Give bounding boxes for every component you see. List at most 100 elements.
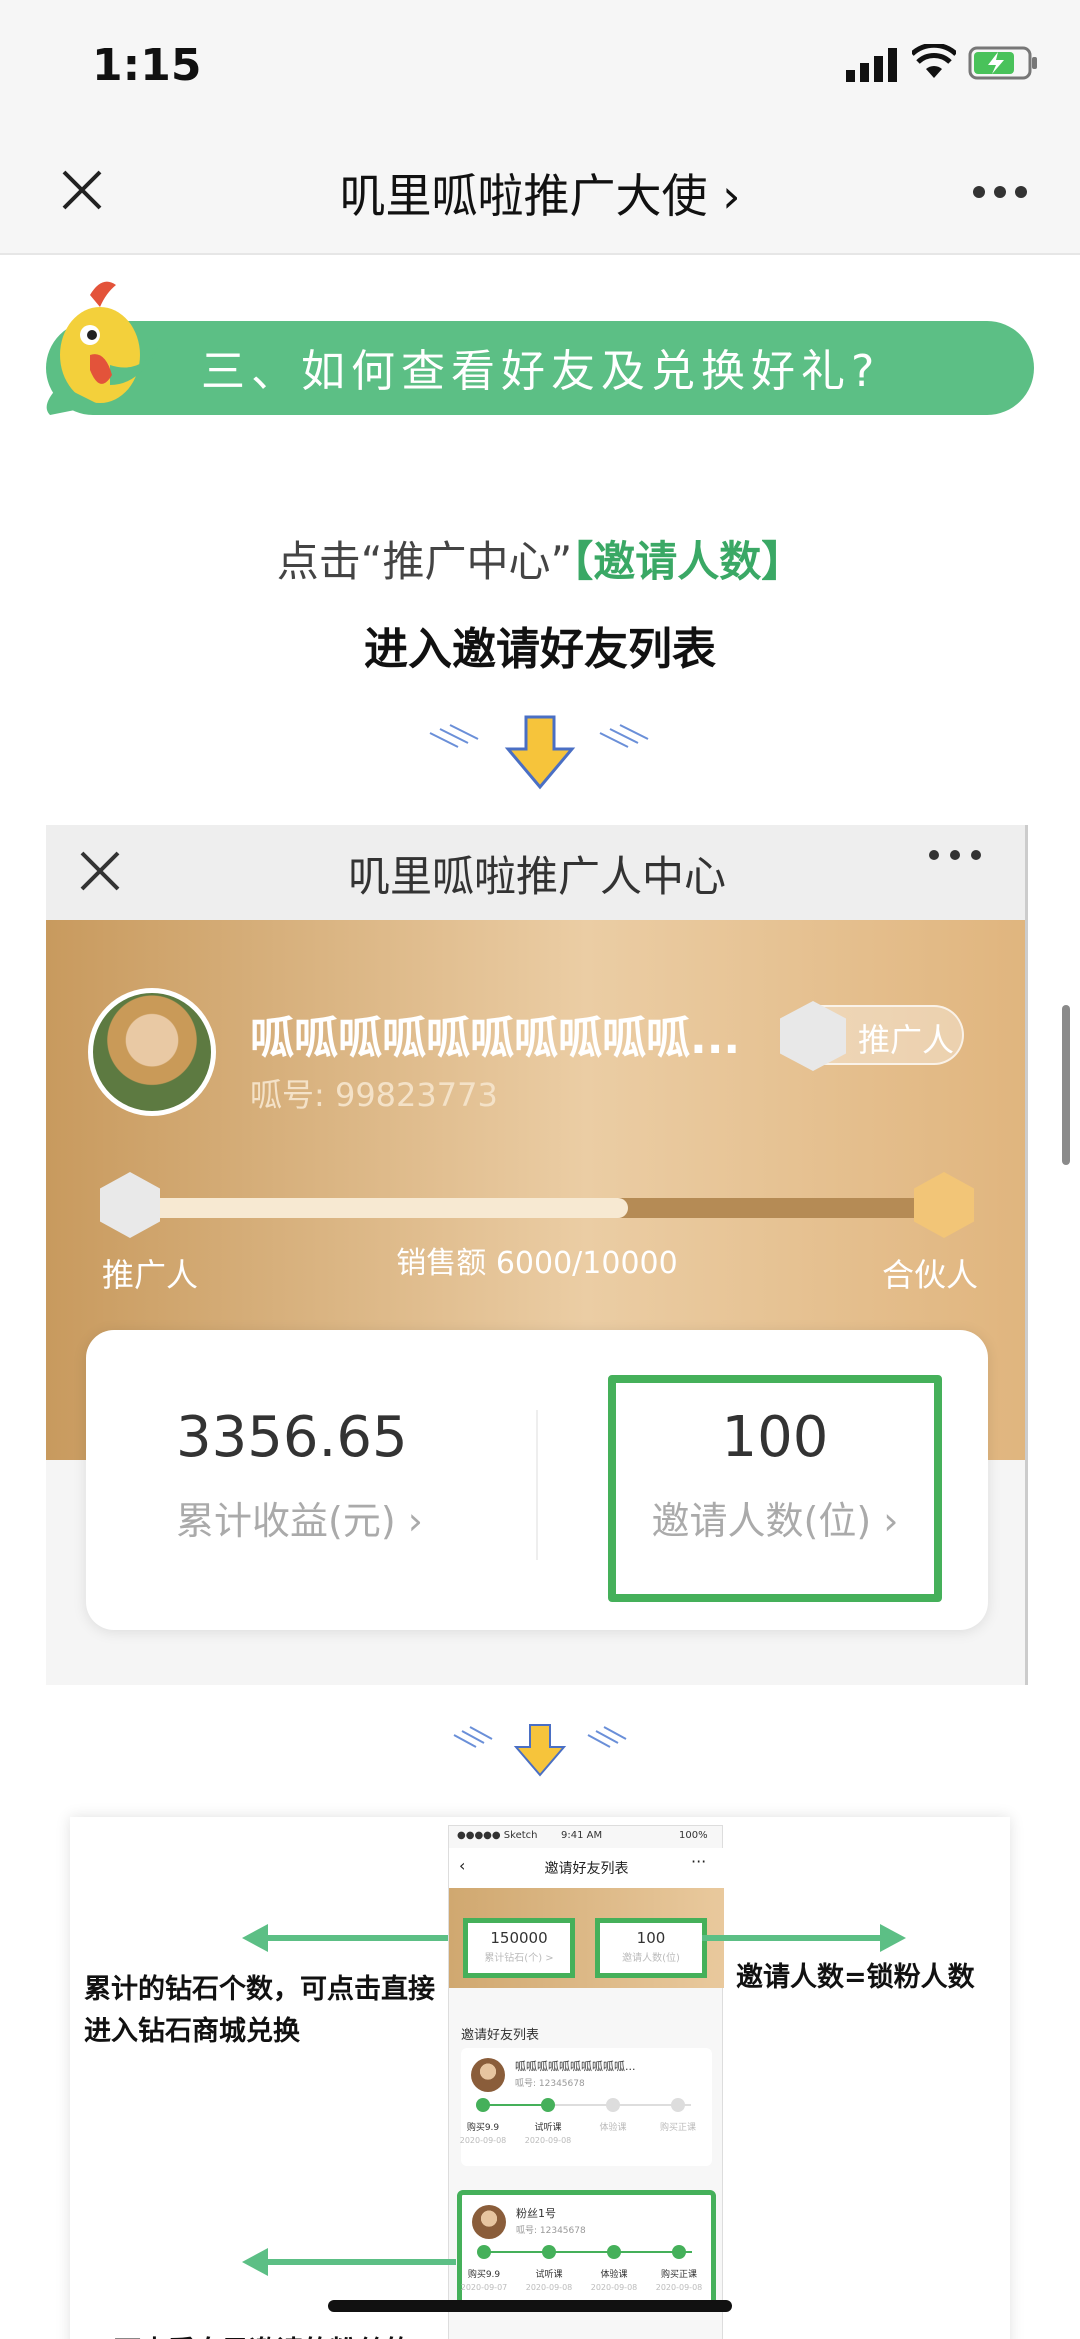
- badge-label: 推广人: [858, 1021, 955, 1059]
- step-label: 试听课: [534, 2123, 562, 2133]
- sales-text: 销售额 6000/10000: [396, 1246, 678, 1281]
- diamond-value: 150000: [490, 1929, 548, 1947]
- step-date: 2020-09-08: [525, 2283, 573, 2292]
- stats-divider: [536, 1410, 538, 1560]
- invite-list-screenshot: ●●●●● Sketch 9:41 AM 100% ‹ 邀请好友列表 ··· 1…: [448, 1825, 724, 2339]
- more-icon[interactable]: [972, 185, 1028, 199]
- left-arrow-line: [266, 2259, 456, 2265]
- role-badge: 推广人: [780, 1001, 964, 1071]
- friend-id: 呱号: 12345678: [516, 2226, 586, 2236]
- banner-text: 三、如何查看好友及兑换好礼?: [201, 346, 881, 397]
- instruction-line-1: 点击“推广中心”【邀请人数】: [0, 528, 1080, 589]
- mini-section-title: 邀请好友列表: [461, 2028, 540, 2043]
- step-line-progress: [483, 2104, 549, 2106]
- instruction-prefix: 点击“推广中心”: [276, 537, 573, 586]
- left-arrow-icon: [242, 2248, 268, 2276]
- scrollbar[interactable]: [1062, 1005, 1070, 1165]
- step-date: 2020-09-08: [524, 2136, 572, 2145]
- mini-nav-title: 邀请好友列表: [544, 1861, 629, 1877]
- step-label: 购买正课: [660, 2270, 697, 2280]
- left-arrow-icon: [242, 1924, 268, 1952]
- mini-nav: ‹ 邀请好友列表 ···: [449, 1848, 724, 1888]
- more-icon: ···: [691, 1852, 707, 1871]
- instruction-highlight: 【邀请人数】: [572, 537, 804, 586]
- step-done-dot: [607, 2245, 621, 2259]
- friend-id: 呱号: 12345678: [515, 2079, 585, 2089]
- home-indicator[interactable]: [328, 2300, 732, 2312]
- step-label: 购买9.9: [466, 2123, 500, 2133]
- status-bar: 1:15: [0, 0, 1080, 130]
- invite-list-explanation: ●●●●● Sketch 9:41 AM 100% ‹ 邀请好友列表 ··· 1…: [70, 1817, 1010, 2339]
- friend-name: 呱呱呱呱呱呱呱呱呱呱...: [515, 2060, 636, 2073]
- left-arrow-line: [266, 1935, 448, 1941]
- avatar: [88, 988, 216, 1116]
- partner-level-icon: [914, 1172, 974, 1238]
- step-label: 体验课: [599, 2123, 627, 2133]
- battery-icon: [968, 46, 1037, 80]
- earnings-value: 3356.65: [176, 1405, 408, 1470]
- mini-status-left: ●●●●● Sketch: [457, 1830, 538, 1841]
- sales-progress-fill: [142, 1198, 628, 1218]
- step-date: 2020-09-08: [655, 2283, 703, 2292]
- diamond-note: 累计的钻石个数，可点击直接进入钻石商城兑换: [84, 1974, 435, 2047]
- screenshot-title: 叽里呱啦推广人中心: [347, 852, 726, 901]
- invites-value: 100: [721, 1405, 829, 1470]
- screenshot-nav: 叽里呱啦推广人中心: [46, 825, 1025, 920]
- fans-note: 可查看自己邀请的粉丝的: [114, 2331, 454, 2339]
- right-arrow-icon: [880, 1924, 906, 1952]
- section-banner: 三、如何查看好友及兑换好礼?: [46, 321, 1034, 415]
- mini-invite-value: 100: [636, 1929, 666, 1947]
- instruction-line-2: 进入邀请好友列表: [364, 624, 716, 675]
- step-label: 试听课: [535, 2270, 563, 2280]
- down-arrow-icon: [429, 715, 649, 790]
- step-pending-dot: [671, 2098, 685, 2112]
- invites-label: 邀请人数(位) ›: [651, 1499, 899, 1543]
- step-date: 2020-09-07: [460, 2283, 508, 2292]
- step-done-dot: [476, 2098, 490, 2112]
- user-name: 呱呱呱呱呱呱呱呱呱呱...: [250, 1013, 741, 1064]
- back-icon: ‹: [459, 1856, 466, 1875]
- step-done-dot: [541, 2098, 555, 2112]
- mini-status-time: 9:41 AM: [561, 1830, 603, 1841]
- right-arrow-line: [702, 1935, 882, 1941]
- step-line-progress: [484, 2251, 692, 2253]
- page-title[interactable]: 叽里呱啦推广大使 ›: [0, 160, 1080, 226]
- list-item: 呱呱呱呱呱呱呱呱呱呱... 呱号: 12345678 购买9.9 试听课 体验课…: [459, 2048, 712, 2166]
- step-label: 体验课: [600, 2270, 628, 2280]
- promotion-center-screenshot: 叽里呱啦推广人中心 呱呱呱呱呱呱呱呱呱呱... 呱号: 99823773 推广人…: [46, 825, 1028, 1685]
- nav-bar: 叽里呱啦推广大使 ›: [0, 130, 1080, 255]
- friend-name: 粉丝1号: [516, 2207, 556, 2220]
- step-date: 2020-09-08: [590, 2283, 638, 2292]
- status-time: 1:15: [92, 40, 202, 91]
- step-label: 购买9.9: [467, 2270, 501, 2280]
- step-label: 购买正课: [659, 2123, 696, 2133]
- earnings-label: 累计收益(元) ›: [176, 1499, 423, 1543]
- step-date: 2020-09-08: [459, 2136, 507, 2145]
- signal-icon: [846, 48, 897, 82]
- stats-card: 3356.65 累计收益(元) › 100 邀请人数(位) ›: [86, 1330, 988, 1630]
- step-done-dot: [477, 2245, 491, 2259]
- mini-status-right: 100%: [679, 1830, 708, 1841]
- wifi-icon: [912, 44, 956, 78]
- invite-note: 邀请人数=锁粉人数: [736, 1962, 975, 1993]
- step-done-dot: [542, 2245, 556, 2259]
- promoter-level-icon: [100, 1172, 160, 1238]
- diamond-label: 累计钻石(个) >: [484, 1953, 554, 1964]
- diamond-count-box: 150000 累计钻石(个) >: [463, 1918, 575, 1978]
- invite-count-box: 100 邀请人数(位): [595, 1918, 707, 1978]
- badge-hexagon-icon: [780, 1001, 846, 1071]
- mini-status-bar: ●●●●● Sketch 9:41 AM 100%: [449, 1826, 724, 1848]
- avatar: [471, 2058, 505, 2092]
- more-icon: [929, 850, 981, 860]
- list-item-highlighted: 粉丝1号 呱号: 12345678 购买9.9 试听课 体验课 购买正课 202…: [457, 2190, 716, 2308]
- user-id: 呱号: 99823773: [250, 1076, 498, 1114]
- parrot-mascot-icon: [46, 281, 160, 415]
- sales-progress-bar: [142, 1198, 952, 1218]
- step-done-dot: [672, 2245, 686, 2259]
- level-right-label: 合伙人: [882, 1256, 979, 1294]
- article-content[interactable]: 三、如何查看好友及兑换好礼? 点击“推广中心”【邀请人数】 进入邀请好友列表 叽…: [0, 255, 1080, 2339]
- mini-invite-label: 邀请人数(位): [622, 1953, 680, 1964]
- down-arrow-icon: [453, 1724, 627, 1777]
- step-pending-dot: [606, 2098, 620, 2112]
- avatar: [472, 2205, 506, 2239]
